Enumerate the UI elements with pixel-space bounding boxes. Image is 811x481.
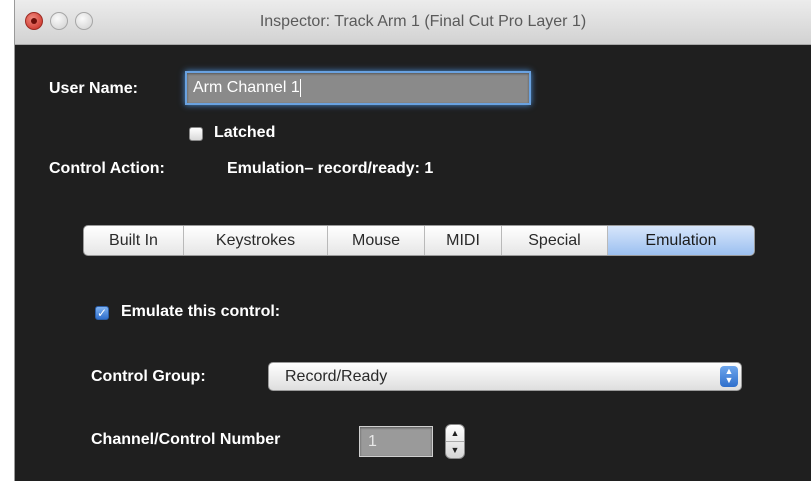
- stepper-down-icon[interactable]: ▼: [446, 440, 464, 459]
- channel-number-input[interactable]: 1: [359, 426, 433, 457]
- user-name-value: Arm Channel 1: [193, 79, 300, 96]
- user-name-label: User Name:: [49, 80, 138, 97]
- emulate-control-checkbox[interactable]: ✓: [95, 306, 109, 320]
- latched-label[interactable]: Latched: [214, 124, 275, 142]
- control-action-value: Emulation– record/ready: 1: [227, 160, 434, 177]
- tab-mouse[interactable]: Mouse: [328, 226, 425, 255]
- control-group-label: Control Group:: [91, 368, 206, 385]
- control-action-label: Control Action:: [49, 160, 165, 177]
- control-group-value: Record/Ready: [285, 368, 388, 385]
- user-name-input[interactable]: Arm Channel 1: [185, 71, 531, 105]
- stepper-up-icon[interactable]: ▲: [446, 425, 464, 442]
- text-caret: [299, 78, 301, 97]
- tab-midi[interactable]: MIDI: [425, 226, 502, 255]
- control-group-select[interactable]: Record/Ready ▲ ▼: [268, 362, 742, 391]
- checkmark-icon: ✓: [96, 306, 108, 320]
- up-down-arrows-icon: ▲ ▼: [720, 366, 738, 387]
- tab-keystrokes[interactable]: Keystrokes: [184, 226, 328, 255]
- tab-special[interactable]: Special: [502, 226, 608, 255]
- tab-emulation[interactable]: Emulation: [608, 226, 754, 255]
- channel-number-stepper[interactable]: ▲ ▼: [445, 424, 465, 459]
- channel-number-label: Channel/Control Number: [91, 431, 281, 448]
- inspector-window: Inspector: Track Arm 1 (Final Cut Pro La…: [14, 0, 811, 481]
- emulate-control-label[interactable]: Emulate this control:: [121, 303, 280, 321]
- title-bar[interactable]: Inspector: Track Arm 1 (Final Cut Pro La…: [15, 0, 811, 45]
- tab-built-in[interactable]: Built In: [84, 226, 184, 255]
- action-type-tabs: Built In Keystrokes Mouse MIDI Special E…: [83, 225, 755, 256]
- window-title: Inspector: Track Arm 1 (Final Cut Pro La…: [259, 13, 587, 30]
- latched-checkbox[interactable]: [189, 127, 203, 141]
